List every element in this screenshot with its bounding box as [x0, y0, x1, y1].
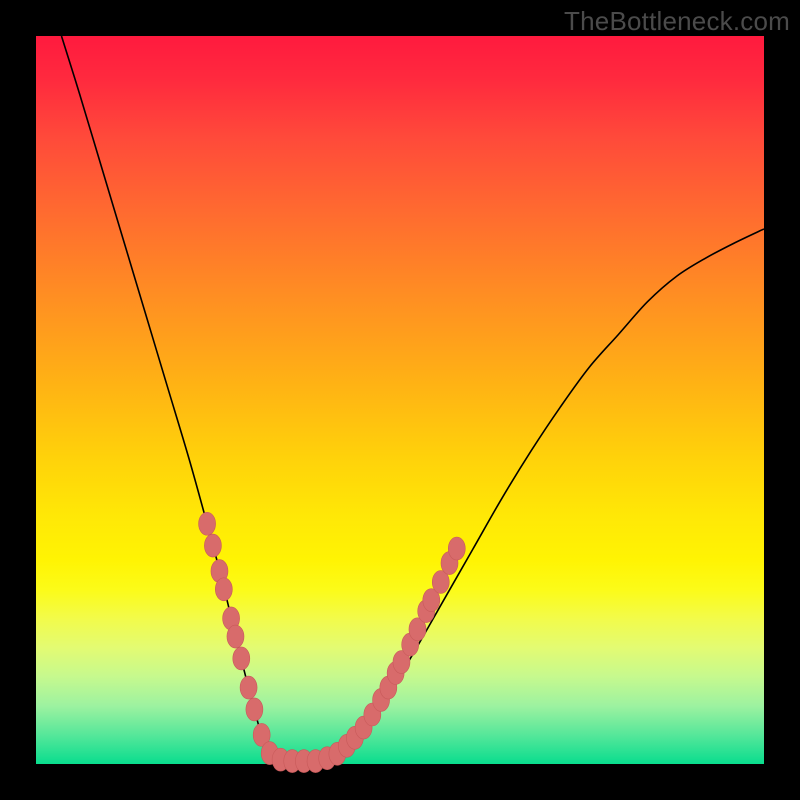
- chart-frame: TheBottleneck.com: [0, 0, 800, 800]
- curve-markers: [199, 512, 466, 772]
- watermark-text: TheBottleneck.com: [564, 6, 790, 37]
- curve-marker: [233, 647, 250, 670]
- curve-marker: [227, 625, 244, 648]
- curve-marker: [240, 676, 257, 699]
- plot-area: [36, 36, 764, 764]
- curve-marker: [204, 534, 221, 557]
- curve-marker: [215, 578, 232, 601]
- curve-marker: [246, 698, 263, 721]
- curve-marker: [448, 537, 465, 560]
- curve-marker: [199, 512, 216, 535]
- curve-svg: [36, 36, 764, 764]
